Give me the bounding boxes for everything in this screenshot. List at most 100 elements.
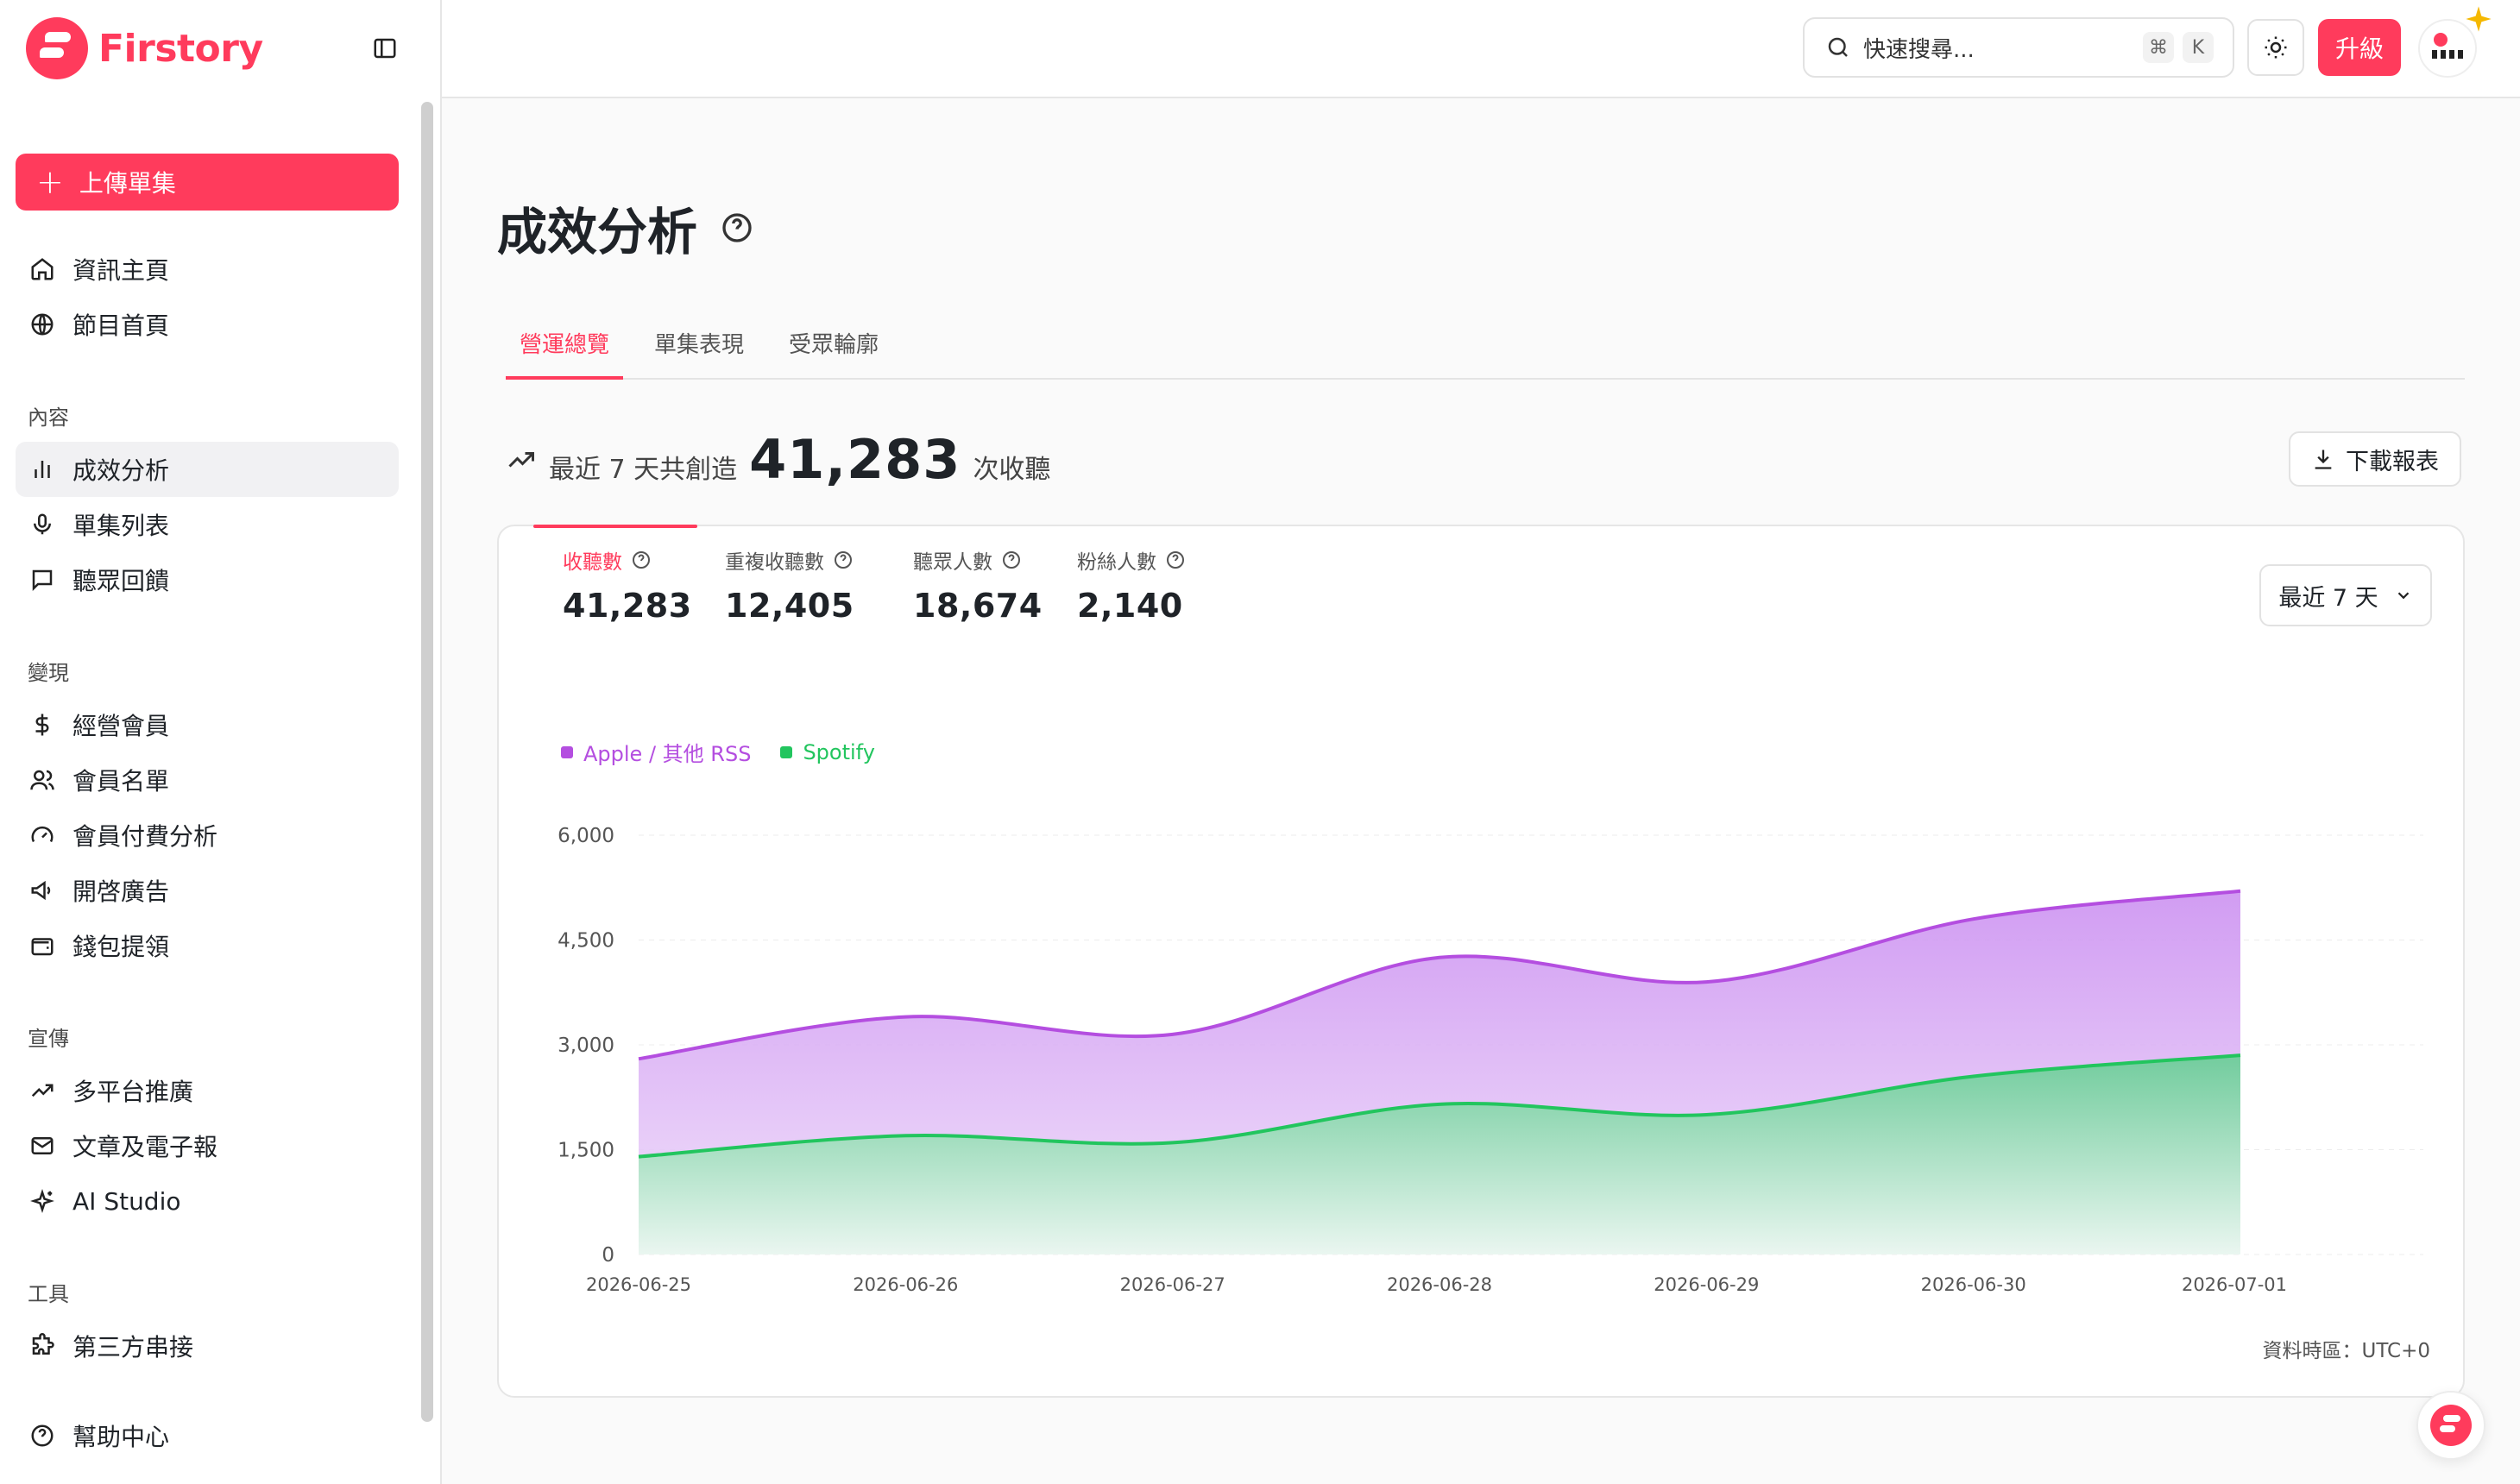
support-chat-button[interactable] — [2416, 1391, 2485, 1460]
sidebar-item-integrations[interactable]: 第三方串接 — [16, 1318, 399, 1374]
microphone-icon — [28, 510, 57, 539]
sidebar-item-membership[interactable]: 經營會員 — [16, 697, 399, 752]
sidebar-item-member-payment-analytics[interactable]: 會員付費分析 — [16, 808, 399, 863]
users-icon — [28, 765, 57, 795]
summary-prefix: 最近 7 天共創造 — [549, 455, 738, 485]
sidebar-toggle-button[interactable] — [364, 31, 406, 66]
sidebar-item-label: 開啓廣告 — [72, 877, 170, 906]
k-key: K — [2183, 32, 2214, 63]
x-tick-label: 2026-06-30 — [1921, 1274, 2026, 1295]
top-header: 快速搜尋... ⌘ K 升級 — [442, 0, 2520, 98]
tab-audience-profile[interactable]: 受眾輪廓 — [775, 328, 892, 380]
section-label-content: 內容 — [28, 406, 69, 430]
plus-icon: + — [36, 163, 64, 201]
upload-episode-button[interactable]: + 上傳單集 — [16, 154, 399, 211]
summary-line: 最近 7 天共創造 41,283 次收聽 — [506, 428, 1050, 491]
sidebar-item-ai-studio[interactable]: AI Studio — [16, 1173, 399, 1229]
sidebar-item-label: 經營會員 — [72, 712, 170, 740]
sidebar-item-label: 文章及電子報 — [72, 1133, 218, 1161]
download-report-button[interactable]: 下載報表 — [2289, 431, 2461, 487]
sparkle-icon — [2466, 6, 2492, 32]
help-circle-icon — [28, 1421, 57, 1450]
summary-suffix: 次收聽 — [973, 455, 1051, 485]
trending-up-icon — [28, 1076, 57, 1105]
y-tick-label: 3,000 — [558, 1034, 614, 1057]
sidebar-item-newsletter[interactable]: 文章及電子報 — [16, 1118, 399, 1173]
firstory-logo-icon — [26, 17, 88, 79]
sidebar-item-analytics[interactable]: 成效分析 — [16, 442, 399, 497]
avatar-dot — [2434, 33, 2448, 47]
sidebar-item-label: 錢包提領 — [72, 933, 170, 961]
y-tick-label: 4,500 — [558, 930, 614, 953]
summary-total: 41,283 — [749, 428, 961, 491]
y-tick-label: 6,000 — [558, 825, 614, 847]
y-tick-label: 0 — [602, 1244, 614, 1267]
page-title-text: 成效分析 — [497, 203, 698, 261]
tab-bar: 營運總覽 單集表現 受眾輪廓 — [506, 328, 2465, 380]
panel-left-icon — [374, 38, 396, 59]
sidebar-item-label: 單集列表 — [72, 512, 170, 540]
sidebar-item-ads[interactable]: 開啓廣告 — [16, 863, 399, 918]
sidebar: Firstory + 上傳單集 資訊主頁 節目首頁 內容 成效分析 單集列表 聽… — [0, 0, 442, 1484]
sidebar-item-label: 第三方串接 — [72, 1333, 194, 1361]
avatar-logo — [2432, 50, 2466, 59]
page-title: 成效分析 — [497, 192, 754, 264]
gauge-icon — [28, 821, 57, 850]
sidebar-item-help-center[interactable]: 幫助中心 — [16, 1408, 399, 1463]
wallet-icon — [28, 931, 57, 960]
sidebar-item-label: 幫助中心 — [72, 1423, 170, 1451]
download-icon — [2315, 450, 2332, 469]
sparkles-icon — [28, 1186, 57, 1216]
puzzle-icon — [28, 1331, 57, 1361]
sidebar-item-label: 會員付費分析 — [72, 822, 218, 851]
sidebar-item-multi-platform[interactable]: 多平台推廣 — [16, 1063, 399, 1118]
x-tick-label: 2026-06-27 — [1120, 1274, 1225, 1295]
sidebar-item-label: AI Studio — [72, 1186, 181, 1216]
analytics-card: 收聽數 41,283 重複收聽數 12,405 聽眾人數 18,674 粉絲人數… — [497, 525, 2465, 1398]
sidebar-item-label: 會員名單 — [72, 767, 170, 795]
tab-episode-performance[interactable]: 單集表現 — [640, 328, 758, 380]
command-key-icon: ⌘ — [2143, 32, 2174, 63]
sidebar-item-show-home[interactable]: 節目首頁 — [16, 297, 399, 352]
keyboard-shortcut: ⌘ K — [2143, 32, 2214, 63]
timezone-note: 資料時區：UTC+0 — [2262, 1340, 2430, 1362]
section-label-tools: 工具 — [28, 1282, 69, 1306]
x-tick-label: 2026-06-25 — [586, 1274, 691, 1295]
y-tick-label: 1,500 — [558, 1140, 614, 1162]
sidebar-scrollbar[interactable] — [421, 102, 433, 1422]
logo[interactable]: Firstory — [26, 17, 263, 79]
firstory-logo-icon — [2430, 1405, 2472, 1446]
theme-toggle-button[interactable] — [2247, 19, 2304, 76]
message-icon — [28, 565, 57, 594]
sidebar-item-label: 聽眾回饋 — [72, 567, 170, 595]
bar-chart-icon — [28, 455, 57, 484]
upload-episode-label: 上傳單集 — [79, 169, 176, 198]
sidebar-item-label: 節目首頁 — [72, 311, 170, 340]
download-report-label: 下載報表 — [2346, 448, 2439, 475]
search-placeholder: 快速搜尋... — [1863, 36, 1975, 63]
section-label-monetize: 變現 — [28, 661, 69, 685]
logo-text: Firstory — [98, 26, 263, 71]
sidebar-item-label: 多平台推廣 — [72, 1078, 194, 1106]
home-icon — [28, 255, 57, 284]
tab-overview[interactable]: 營運總覽 — [506, 328, 624, 380]
sidebar-item-label: 成效分析 — [72, 456, 170, 485]
help-circle-icon[interactable] — [720, 211, 754, 245]
x-tick-label: 2026-06-28 — [1387, 1274, 1492, 1295]
section-label-promote: 宣傳 — [28, 1027, 69, 1051]
sidebar-item-wallet[interactable]: 錢包提領 — [16, 918, 399, 973]
search-icon — [1828, 37, 1848, 57]
sun-icon — [2265, 36, 2287, 59]
x-tick-label: 2026-06-29 — [1654, 1274, 1759, 1295]
mail-icon — [28, 1131, 57, 1160]
search-input[interactable]: 快速搜尋... ⌘ K — [1803, 17, 2234, 78]
trending-up-icon — [508, 451, 534, 468]
upgrade-button[interactable]: 升級 — [2318, 19, 2401, 76]
sidebar-item-feedback[interactable]: 聽眾回饋 — [16, 552, 399, 607]
x-tick-label: 2026-06-26 — [853, 1274, 958, 1295]
dollar-icon — [28, 710, 57, 739]
sidebar-item-episodes[interactable]: 單集列表 — [16, 497, 399, 552]
x-tick-label: 2026-07-01 — [2182, 1274, 2287, 1295]
sidebar-item-dashboard[interactable]: 資訊主頁 — [16, 242, 399, 297]
sidebar-item-member-list[interactable]: 會員名單 — [16, 752, 399, 808]
